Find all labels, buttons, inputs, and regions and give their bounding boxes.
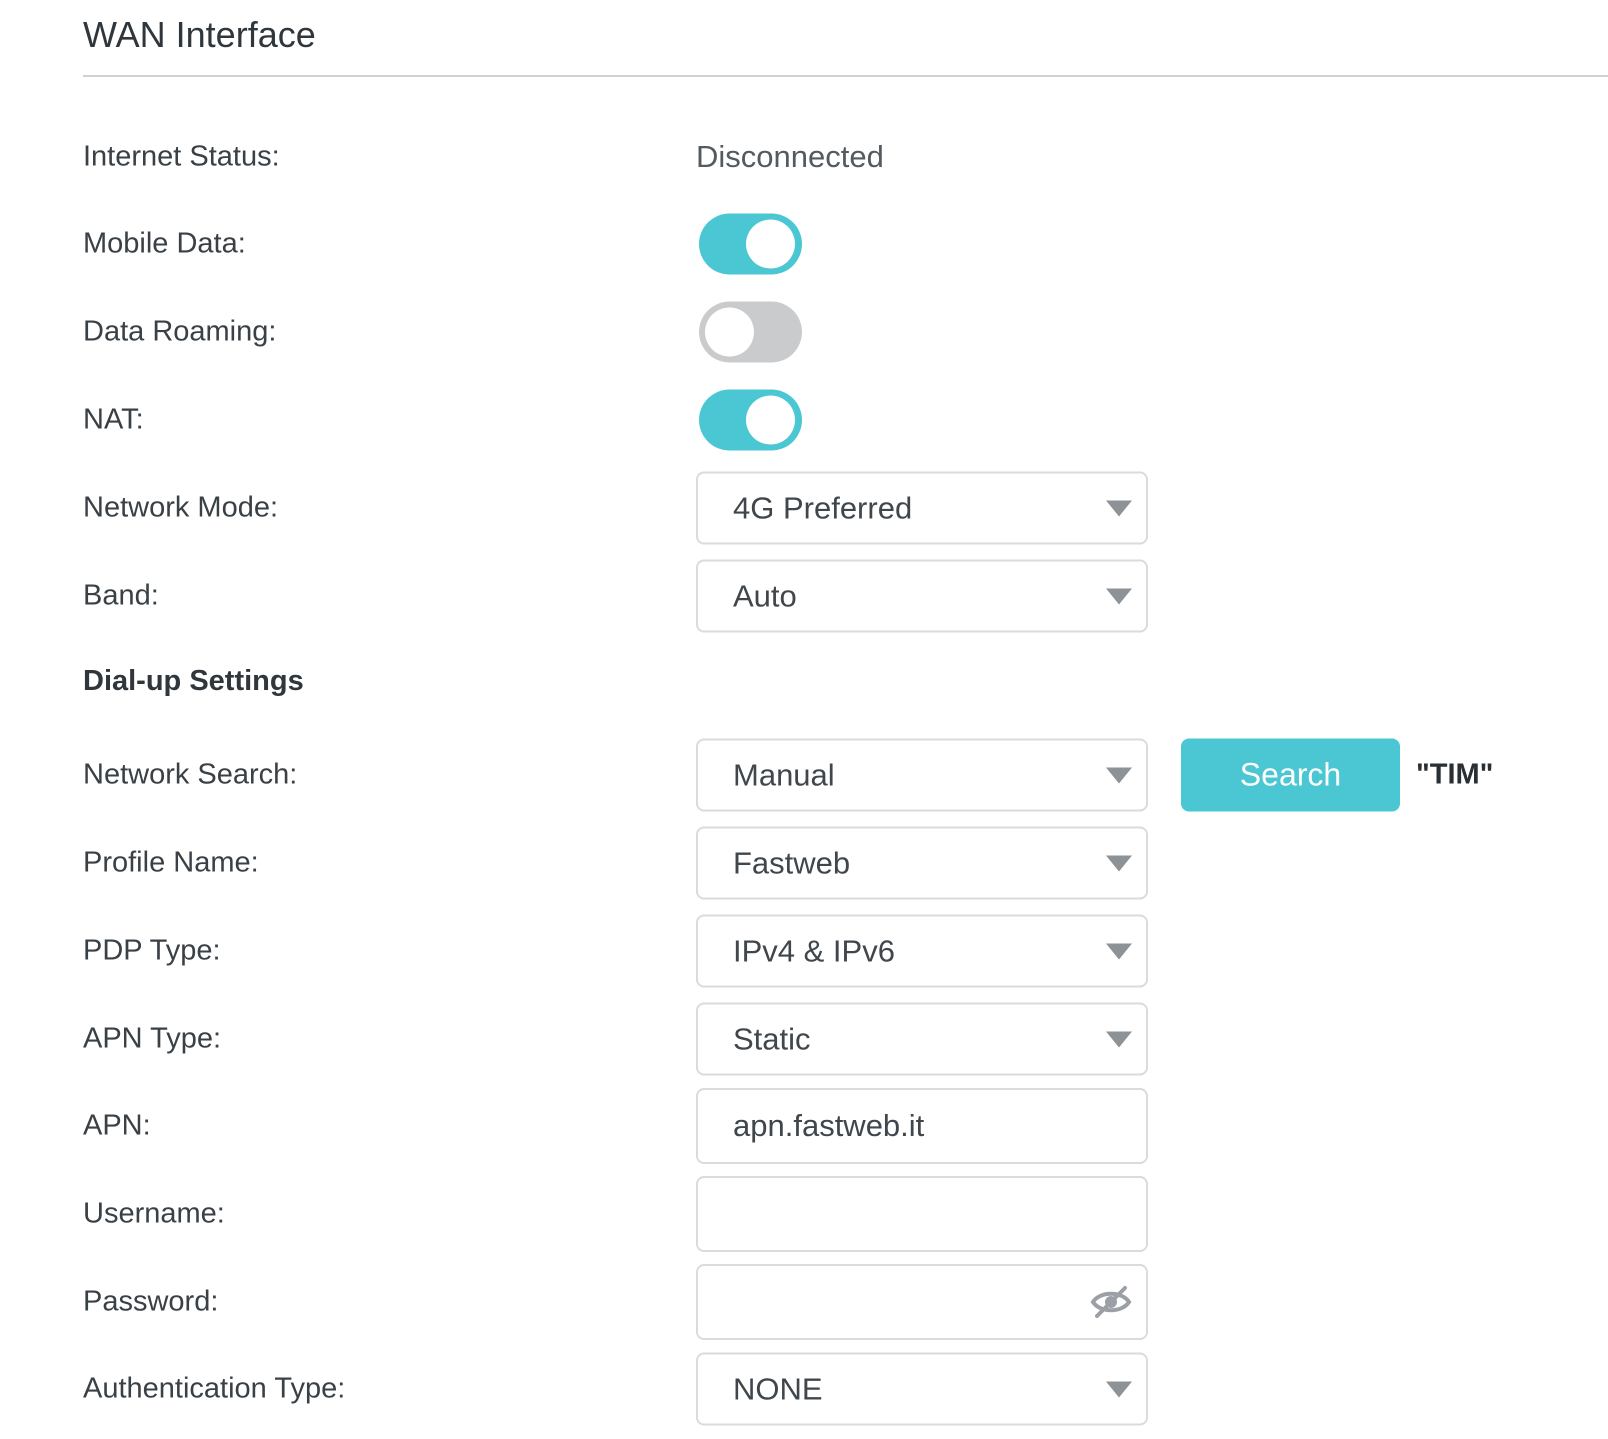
dialup-settings-heading: Dial-up Settings [83, 665, 304, 697]
row-network-mode: Network Mode: 4G Preferred [0, 471, 1608, 545]
selected-network-name: "TIM" [1416, 758, 1494, 791]
row-username: Username: [0, 1176, 1608, 1252]
data-roaming-toggle[interactable] [699, 301, 802, 363]
username-input[interactable] [696, 1176, 1148, 1252]
row-apn: APN: apn.fastweb.it [0, 1088, 1608, 1164]
profile-name-label: Profile Name: [83, 846, 259, 879]
row-authentication-type: Authentication Type: NONE [0, 1352, 1608, 1426]
nat-label: NAT: [83, 403, 144, 436]
username-label: Username: [83, 1197, 225, 1230]
apn-type-select[interactable]: Static [696, 1002, 1148, 1076]
section-divider [83, 75, 1608, 77]
apn-type-label: APN Type: [83, 1022, 222, 1055]
network-mode-label: Network Mode: [83, 491, 279, 524]
pdp-type-select[interactable]: IPv4 & IPv6 [696, 914, 1148, 988]
row-mobile-data: Mobile Data: [0, 207, 1608, 281]
chevron-down-icon [1106, 588, 1132, 604]
password-input[interactable] [696, 1264, 1148, 1340]
toggle-knob [746, 219, 795, 269]
chevron-down-icon [1106, 1381, 1132, 1397]
apn-label: APN: [83, 1109, 151, 1142]
band-select[interactable]: Auto [696, 559, 1148, 633]
chevron-down-icon [1106, 1031, 1132, 1047]
chevron-down-icon [1106, 500, 1132, 516]
network-mode-value: 4G Preferred [733, 490, 913, 525]
internet-status-label: Internet Status: [83, 140, 280, 173]
profile-name-select[interactable]: Fastweb [696, 826, 1148, 900]
row-data-roaming: Data Roaming: [0, 295, 1608, 369]
internet-status-value: Disconnected [696, 139, 884, 174]
authentication-type-select[interactable]: NONE [696, 1352, 1148, 1426]
network-search-label: Network Search: [83, 758, 298, 791]
mobile-data-label: Mobile Data: [83, 227, 246, 260]
authentication-type-label: Authentication Type: [83, 1372, 346, 1405]
row-nat: NAT: [0, 383, 1608, 457]
profile-name-value: Fastweb [733, 845, 851, 880]
pdp-type-value: IPv4 & IPv6 [733, 933, 895, 968]
row-network-search: Network Search: Manual Search "TIM" [0, 738, 1608, 812]
chevron-down-icon [1106, 943, 1132, 959]
apn-value: apn.fastweb.it [733, 1108, 925, 1143]
eye-off-icon[interactable] [1090, 1285, 1132, 1319]
chevron-down-icon [1106, 767, 1132, 783]
section-title: WAN Interface [83, 14, 316, 55]
search-button[interactable]: Search [1181, 738, 1400, 812]
band-value: Auto [733, 578, 797, 613]
toggle-knob [705, 307, 754, 357]
row-pdp-type: PDP Type: IPv4 & IPv6 [0, 914, 1608, 988]
apn-input[interactable]: apn.fastweb.it [696, 1088, 1148, 1164]
band-label: Band: [83, 579, 159, 612]
password-label: Password: [83, 1285, 219, 1318]
authentication-type-value: NONE [733, 1371, 823, 1406]
nat-toggle[interactable] [699, 389, 802, 451]
network-search-value: Manual [733, 757, 835, 792]
toggle-knob [746, 395, 795, 445]
row-internet-status: Internet Status: Disconnected [0, 120, 1608, 194]
row-profile-name: Profile Name: Fastweb [0, 826, 1608, 900]
network-search-select[interactable]: Manual [696, 738, 1148, 812]
network-mode-select[interactable]: 4G Preferred [696, 471, 1148, 545]
data-roaming-label: Data Roaming: [83, 315, 277, 348]
row-apn-type: APN Type: Static [0, 1002, 1608, 1076]
row-band: Band: Auto [0, 559, 1608, 633]
apn-type-value: Static [733, 1021, 811, 1056]
pdp-type-label: PDP Type: [83, 934, 221, 967]
row-password: Password: [0, 1264, 1608, 1340]
mobile-data-toggle[interactable] [699, 213, 802, 275]
chevron-down-icon [1106, 855, 1132, 871]
